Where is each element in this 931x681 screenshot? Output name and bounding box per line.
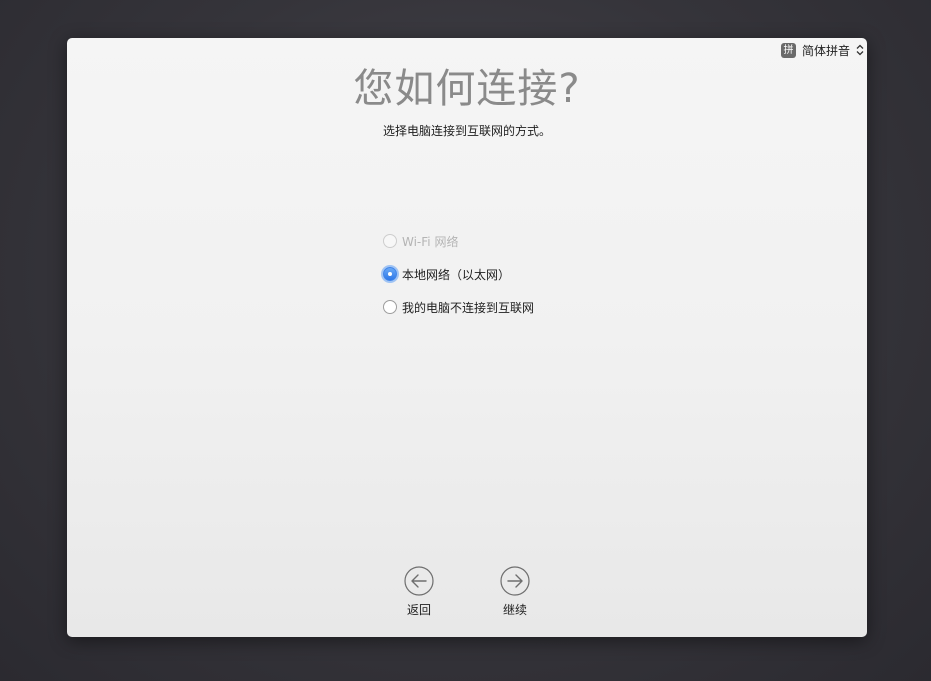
up-down-chevron-icon [856,44,864,56]
arrow-right-circle-icon [500,566,530,596]
back-button[interactable]: 返回 [394,566,444,618]
option-no-internet[interactable]: 我的电脑不连接到互联网 [383,297,534,317]
option-label-wifi: Wi-Fi 网络 [402,234,459,249]
page-title: 您如何连接? [353,66,581,112]
option-ethernet[interactable]: 本地网络（以太网） [383,264,534,284]
arrow-left-circle-icon [404,566,434,596]
ethernet-radio[interactable] [383,267,397,281]
continue-button[interactable]: 继续 [490,566,540,618]
option-wifi: Wi-Fi 网络 [383,231,534,251]
option-label-no-internet: 我的电脑不连接到互联网 [402,300,535,315]
connection-options: Wi-Fi 网络 本地网络（以太网） 我的电脑不连接到互联网 [383,231,534,330]
page-subtitle: 选择电脑连接到互联网的方式。 [382,124,551,138]
setup-assistant-panel: 拼 简体拼音 您如何连接? 选择电脑连接到互联网的方式。 Wi-Fi 网络 本地… [67,38,867,637]
continue-button-label: 继续 [502,603,527,617]
no-internet-radio[interactable] [383,300,397,314]
option-label-ethernet: 本地网络（以太网） [402,267,511,282]
back-button-label: 返回 [406,603,431,617]
wifi-radio [383,234,397,248]
